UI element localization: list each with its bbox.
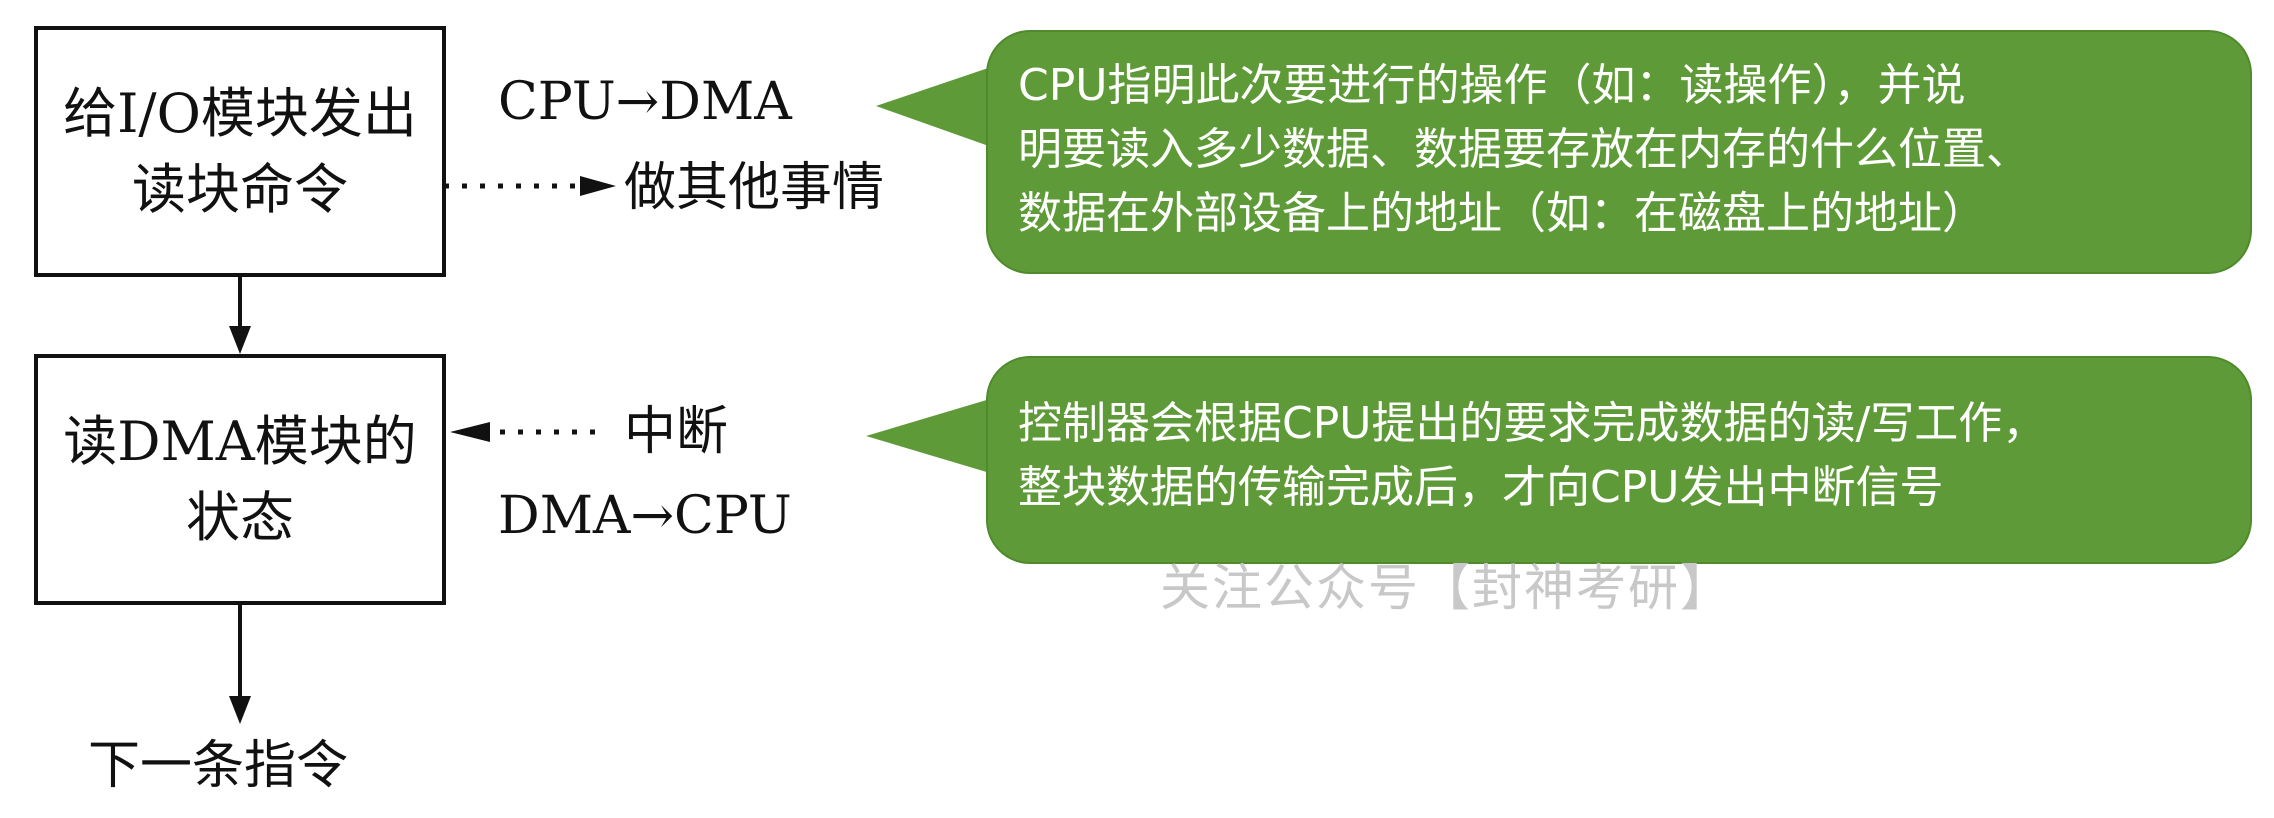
callout-bottom-line-1: 控制器会根据CPU提出的要求完成数据的读/写工作， [1018,398,2047,449]
callout-top-line-3: 数据在外部设备上的地址（如：在磁盘上的地址） [1018,188,1986,239]
do-other-things-label: 做其他事情 [624,158,885,218]
callout-bottom-line-2: 整块数据的传输完成后，才向CPU发出中断信号 [1018,462,1944,513]
interrupt-label: 中断 [624,402,729,462]
flow-arrow-2-head [229,696,251,724]
callout-controller-transfer: 控制器会根据CPU提出的要求完成数据的读/写工作， 整块数据的传输完成后，才向C… [986,356,2252,564]
callout-bottom-pointer [866,396,1000,476]
watermark-text: 关注公众号【封神考研】 [1160,559,1732,617]
do-other-arrow-head [580,176,616,196]
cpu-to-dma-label: CPU→DMA [498,72,792,132]
flow-arrow-1-head [229,326,251,354]
callout-top-line-2: 明要读入多少数据、数据要存放在内存的什么位置、 [1018,124,2030,175]
read-dma-status-box: 读DMA模块的 状态 [34,354,446,605]
callout-top-line-1: CPU指明此次要进行的操作（如：读操作），并说 [1018,60,1966,111]
issue-read-command-box: 给I/O模块发出 读块命令 [34,26,446,277]
dma-to-cpu-label: DMA→CPU [498,486,792,546]
next-instruction-label: 下一条指令 [88,736,349,796]
issue-read-command-text: 给I/O模块发出 读块命令 [63,81,417,221]
interrupt-arrow-head [450,422,490,442]
callout-top-pointer [876,64,1000,150]
callout-cpu-instruction: CPU指明此次要进行的操作（如：读操作），并说 明要读入多少数据、数据要存放在内… [986,30,2252,274]
read-dma-status-text: 读DMA模块的 状态 [63,409,417,549]
